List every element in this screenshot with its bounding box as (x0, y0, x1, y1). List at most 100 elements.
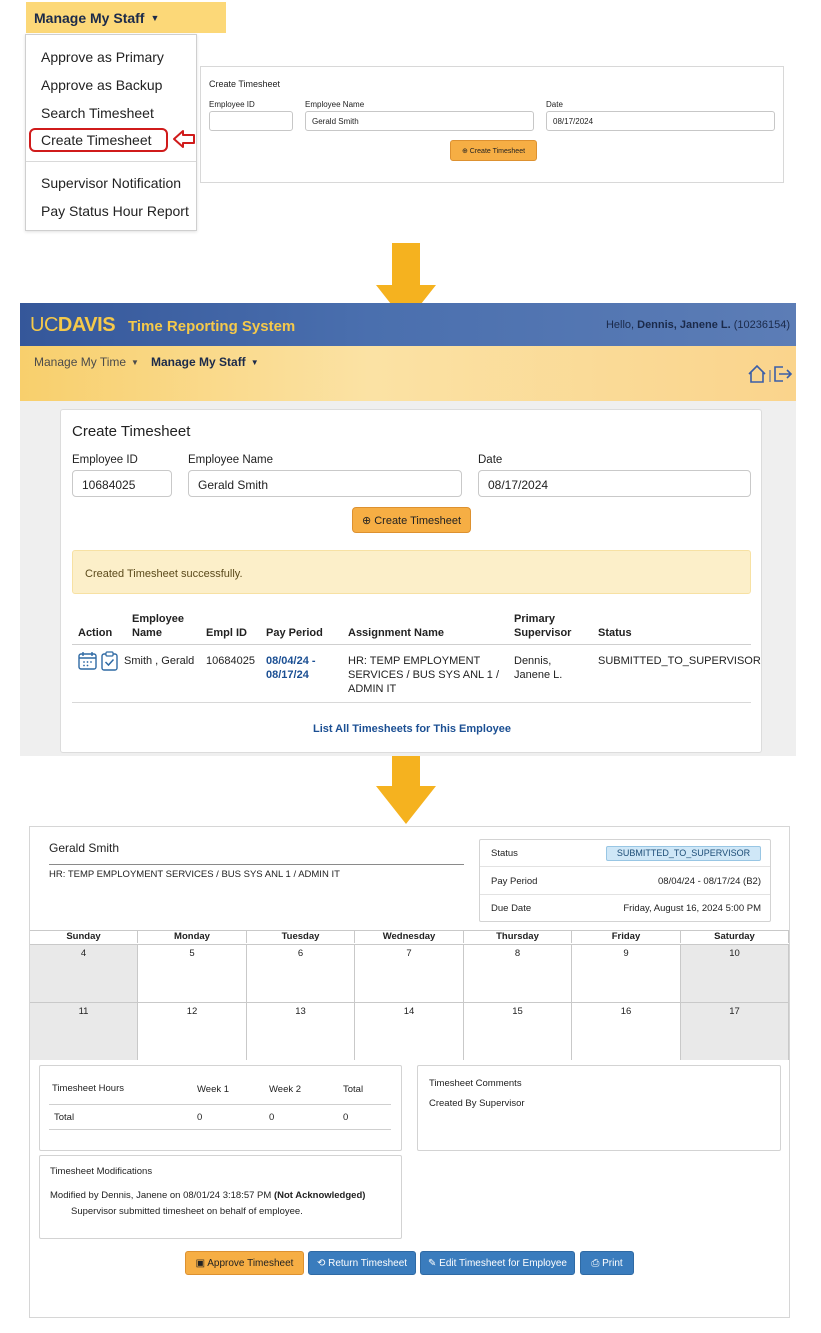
employee-name-field[interactable]: Gerald Smith (305, 111, 534, 131)
col-header-status: Status (598, 627, 632, 639)
modification-note: Supervisor submitted timesheet on behalf… (71, 1206, 303, 1217)
status-row: Status SUBMITTED_TO_SUPERVISOR (480, 840, 770, 867)
row-assignment: HR: TEMP EMPLOYMENT SERVICES / BUS SYS AN… (348, 655, 500, 695)
approve-timesheet-button[interactable]: ▣ Approve Timesheet (185, 1251, 304, 1275)
calendar-day[interactable]: 11 (30, 1002, 138, 1060)
form-title: Create Timesheet (209, 79, 281, 89)
success-alert: Created Timesheet successfully. (72, 550, 751, 594)
col-header-assignment: Assignment Name (348, 627, 444, 639)
menu-title: Manage My Staff (34, 10, 145, 26)
calendar-day[interactable]: 10 (681, 944, 789, 1002)
calendar-day[interactable]: 12 (138, 1002, 247, 1060)
calendar-day[interactable]: 16 (572, 1002, 681, 1060)
logout-icon[interactable] (774, 366, 793, 382)
menu-item-approve-primary[interactable]: Approve as Primary (41, 49, 164, 65)
table-divider (72, 644, 751, 645)
caret-down-icon: ▼ (150, 13, 160, 23)
create-timesheet-button-label: Create Timesheet (374, 515, 462, 527)
status-label: Status (491, 848, 518, 859)
manage-my-staff-menu[interactable]: Manage My Staff ▼ (26, 2, 226, 33)
hours-title: Timesheet Hours (52, 1083, 124, 1094)
card-title: Create Timesheet (72, 423, 191, 440)
employee-name-label: Employee Name (305, 100, 365, 109)
ucdavis-logo: UCDAVIS (30, 314, 116, 336)
create-timesheet-button[interactable]: ⊕ Create Timesheet (352, 507, 471, 533)
print-button[interactable]: ⎙ Print (580, 1251, 634, 1275)
calendar-day[interactable]: 15 (464, 1002, 572, 1060)
hours-col-total: Total (343, 1084, 364, 1095)
menu-item-supervisor-notification[interactable]: Supervisor Notification (41, 175, 181, 191)
action-icons (78, 651, 118, 671)
row-supervisor: Dennis, Janene L. (514, 655, 563, 681)
pay-period-value: 08/04/24 - 08/17/24 (B2) (658, 876, 761, 887)
calendar-day[interactable]: 9 (572, 944, 681, 1002)
timesheet-comments-box: Timesheet Comments Created By Supervisor (417, 1065, 781, 1151)
home-icon[interactable] (748, 364, 766, 383)
menu-item-create-timesheet[interactable]: Create Timesheet (41, 132, 152, 148)
calendar-icon[interactable] (78, 652, 97, 670)
pay-period-row: Pay Period 08/04/24 - 08/17/24 (B2) (480, 868, 770, 895)
timesheet-hours-box: Timesheet Hours Week 1 Week 2 Total Tota… (39, 1065, 402, 1151)
calendar-day[interactable]: 13 (247, 1002, 355, 1060)
col-header-pay-period: Pay Period (266, 627, 323, 639)
assignment-name: HR: TEMP EMPLOYMENT SERVICES / BUS SYS A… (49, 869, 340, 880)
menu-item-pay-status-report[interactable]: Pay Status Hour Report (41, 203, 189, 219)
time-reporting-screen: UCDAVIS Time Reporting System Hello, Den… (20, 303, 796, 756)
employee-name: Gerald Smith (49, 841, 120, 855)
date-field[interactable]: 08/17/2024 (478, 470, 751, 497)
timesheet-detail: Gerald Smith HR: TEMP EMPLOYMENT SERVICE… (29, 826, 790, 1318)
calendar-day[interactable]: 5 (138, 944, 247, 1002)
day-header-tuesday: Tuesday (247, 930, 355, 943)
return-timesheet-button[interactable]: ⟲ Return Timesheet (308, 1251, 416, 1275)
create-timesheet-card: Create Timesheet Employee ID 10684025 Em… (60, 409, 762, 753)
calendar-day[interactable]: 14 (355, 1002, 464, 1060)
nav-manage-my-time[interactable]: Manage My Time ▼ (34, 355, 139, 369)
menu-item-approve-backup[interactable]: Approve as Backup (41, 77, 162, 93)
timesheet-calendar: Sunday Monday Tuesday Wednesday Thursday… (30, 930, 789, 1061)
nav-manage-my-staff[interactable]: Manage My Staff ▼ (151, 355, 259, 369)
user-greeting: Hello, Dennis, Janene L. (10236154) (605, 319, 790, 331)
employee-id-field[interactable] (209, 111, 293, 131)
down-arrow-icon (376, 744, 436, 824)
create-timesheet-button[interactable]: ⊕ Create Timesheet (450, 140, 537, 161)
day-header-wednesday: Wednesday (355, 930, 464, 943)
clipboard-check-icon[interactable] (101, 651, 118, 671)
main-nav-bar: Manage My Time ▼ Manage My Staff ▼ (20, 346, 796, 401)
edit-timesheet-button[interactable]: ✎ Edit Timesheet for Employee (420, 1251, 575, 1275)
plus-circle-icon: ⊕ (461, 148, 468, 155)
menu-item-search-timesheet[interactable]: Search Timesheet (41, 105, 154, 121)
employee-name-field[interactable]: Gerald Smith (188, 470, 462, 497)
employee-name-label: Employee Name (188, 454, 274, 466)
due-date-value: Friday, August 16, 2024 5:00 PM (623, 903, 761, 914)
caret-down-icon: ▼ (131, 358, 139, 367)
col-header-supervisor: Primary Supervisor (514, 613, 572, 639)
calendar-day[interactable]: 17 (681, 1002, 789, 1060)
row-status: SUBMITTED_TO_SUPERVISOR (598, 655, 761, 667)
calendar-day[interactable]: 7 (355, 944, 464, 1002)
status-box: Status SUBMITTED_TO_SUPERVISOR Pay Perio… (479, 839, 771, 922)
list-all-timesheets-link[interactable]: List All Timesheets for This Employee (61, 723, 763, 735)
comments-title: Timesheet Comments (429, 1078, 522, 1089)
employee-id-field[interactable]: 10684025 (72, 470, 172, 497)
hours-col-week2: Week 2 (269, 1084, 302, 1095)
return-arrow-icon: ⟲ (316, 1258, 326, 1269)
due-date-row: Due Date Friday, August 16, 2024 5:00 PM (480, 895, 770, 922)
date-label: Date (478, 454, 503, 466)
menu-divider (26, 161, 196, 162)
date-field[interactable]: 08/17/2024 (546, 111, 775, 131)
calendar-day[interactable]: 6 (247, 944, 355, 1002)
employee-id-label: Employee ID (209, 100, 255, 109)
calendar-day[interactable]: 4 (30, 944, 138, 1002)
modifications-title: Timesheet Modifications (50, 1166, 153, 1177)
due-date-label: Due Date (491, 903, 532, 914)
row-employee-name: Smith , Gerald (124, 655, 195, 667)
col-header-action: Action (78, 627, 113, 639)
hours-row-week2: 0 (269, 1112, 275, 1123)
hours-divider (49, 1104, 391, 1105)
hours-divider (49, 1129, 391, 1130)
comments-text: Created By Supervisor (429, 1098, 525, 1109)
caret-down-icon: ▼ (250, 358, 259, 367)
hours-row-total: 0 (343, 1112, 349, 1123)
row-pay-period-link[interactable]: 08/04/24 -08/17/24 (266, 654, 316, 682)
calendar-day[interactable]: 8 (464, 944, 572, 1002)
